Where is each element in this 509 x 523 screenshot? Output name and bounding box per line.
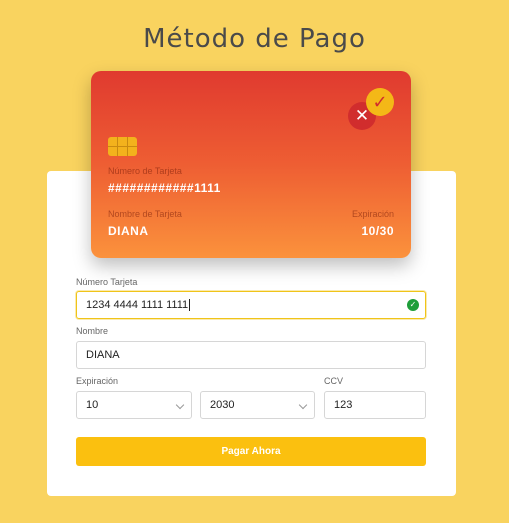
chevron-down-icon [175,400,185,410]
card-number-field-label: Número Tarjeta [76,277,138,287]
credit-card-preview: ✕ ✓ Número de Tarjeta ############1111 N… [91,71,411,258]
name-field-label: Nombre [76,326,109,336]
ccv-input[interactable]: 123 [324,391,426,419]
expiry-month-select[interactable]: 10 [76,391,192,419]
page-title: Método de Pago [143,24,366,54]
text-caret [189,299,191,312]
expiry-year-select[interactable]: 2030 [200,391,315,419]
check-icon: ✓ [366,88,394,116]
card-chip-icon [108,137,137,156]
card-expiry-label: Expiración [351,209,394,219]
pay-now-button[interactable]: Pagar Ahora [76,437,426,466]
expiry-month-value: 10 [86,399,99,411]
card-number-input[interactable]: 1234 4444 1111 1111 ✓ [76,291,426,319]
chevron-down-icon [298,400,308,410]
card-name-label: Nombre de Tarjeta [108,209,182,219]
card-number-input-value: 1234 4444 1111 1111 [86,299,189,311]
ccv-field-label: CCV [324,376,344,386]
card-number-value: ############1111 [108,181,221,195]
card-name-value: DIANA [108,224,149,238]
name-input[interactable]: DIANA [76,341,426,369]
expiry-year-value: 2030 [210,399,235,411]
card-expiry-value: 10/30 [361,224,394,238]
valid-check-icon: ✓ [407,299,419,311]
name-input-value: DIANA [86,349,120,361]
ccv-input-value: 123 [334,399,353,411]
card-number-label: Número de Tarjeta [108,166,182,176]
expiry-field-label: Expiración [76,376,119,386]
